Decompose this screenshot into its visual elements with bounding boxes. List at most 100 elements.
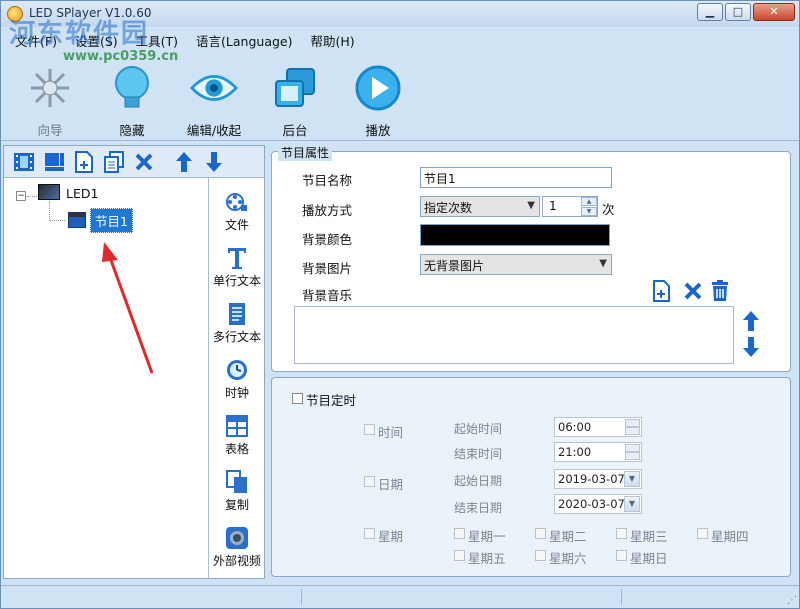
tuesday-label: 星期二 <box>549 529 587 544</box>
app-window: LED SPlayer V1.0.60 ▁ □ ✕ 文件(F) 设置(S) 工具… <box>0 0 800 609</box>
menu-help[interactable]: 帮助(H) <box>311 31 355 53</box>
remove-music-icon[interactable] <box>682 280 704 302</box>
wizard-button[interactable]: 向导 <box>15 63 85 139</box>
media-single-line-text[interactable]: 单行文本 <box>209 246 265 289</box>
add-music-icon[interactable] <box>650 280 672 302</box>
monday-label: 星期一 <box>468 529 506 544</box>
dropdown-arrow-icon: ▼ <box>527 200 535 211</box>
bg-music-label: 背景音乐 <box>302 288 353 303</box>
program-name-label: 节目名称 <box>302 173 353 188</box>
led-screen-icon <box>38 184 60 200</box>
tree-toolbar <box>4 146 264 178</box>
saturday-label: 星期六 <box>549 551 587 566</box>
start-date-label: 起始日期 <box>454 474 503 488</box>
clapperboard-icon <box>68 212 86 228</box>
tree-connector <box>49 201 50 221</box>
dropdown-arrow-icon: ▼ <box>599 258 607 269</box>
trash-icon[interactable] <box>709 280 731 302</box>
media-table[interactable]: 表格 <box>209 414 265 457</box>
play-button[interactable]: 播放 <box>343 63 413 139</box>
background-label: 后台 <box>282 123 308 138</box>
play-count-value: 1 <box>549 199 557 213</box>
tree-expander[interactable]: − <box>16 191 26 201</box>
music-up-icon[interactable] <box>740 310 762 332</box>
status-divider <box>621 589 622 605</box>
background-button[interactable]: 后台 <box>260 63 330 139</box>
media-external-video-label: 外部视频 <box>212 554 261 568</box>
calendar-dropdown-icon[interactable]: ▼ <box>624 471 640 487</box>
thursday-checkbox[interactable] <box>697 528 708 539</box>
bg-color-picker[interactable] <box>420 224 610 246</box>
maximize-button[interactable]: □ <box>725 3 751 21</box>
close-button[interactable]: ✕ <box>753 3 795 21</box>
calendar-dropdown-icon[interactable]: ▼ <box>624 496 640 512</box>
text-t-icon <box>225 246 249 270</box>
media-single-line-text-label: 单行文本 <box>212 274 261 288</box>
spin-down-icon[interactable] <box>625 427 640 435</box>
spin-up-icon[interactable] <box>625 419 640 427</box>
move-up-icon[interactable] <box>172 150 196 174</box>
play-label: 播放 <box>365 123 391 138</box>
annotation-arrow <box>102 242 154 374</box>
play-mode-label: 播放方式 <box>302 203 353 218</box>
program-panel: − LED1 节目1 文件 单行文本 多行文本 时钟 表格 复制 外部视频 <box>3 145 265 579</box>
play-icon <box>353 63 403 113</box>
edit-collapse-button[interactable]: 编辑/收起 <box>179 63 249 139</box>
tree-node-program1[interactable]: 节目1 <box>90 208 133 233</box>
program-properties-title: 节目属性 <box>278 144 333 161</box>
monday-checkbox[interactable] <box>454 528 465 539</box>
saturday-checkbox[interactable] <box>535 550 546 561</box>
media-multi-line-text[interactable]: 多行文本 <box>209 302 265 345</box>
screen-layout-icon[interactable] <box>42 150 66 174</box>
menu-language[interactable]: 语言(Language) <box>196 31 292 53</box>
new-page-icon[interactable] <box>72 150 96 174</box>
spin-up-icon[interactable]: ▲ <box>581 197 597 206</box>
start-date-picker[interactable]: 2019-03-07 ▼ <box>554 469 642 489</box>
sunday-checkbox[interactable] <box>616 550 627 561</box>
date-checkbox[interactable] <box>364 476 375 487</box>
move-down-icon[interactable] <box>202 150 226 174</box>
spin-up-icon[interactable] <box>625 444 640 452</box>
wednesday-checkbox[interactable] <box>616 528 627 539</box>
end-time-value: 21:00 <box>558 445 592 459</box>
start-time-input[interactable]: 06:00 <box>554 417 642 437</box>
media-file[interactable]: 文件 <box>209 190 265 233</box>
end-date-picker[interactable]: 2020-03-07 ▼ <box>554 494 642 514</box>
end-time-input[interactable]: 21:00 <box>554 442 642 462</box>
camera-icon <box>225 526 249 550</box>
table-icon <box>225 414 249 438</box>
week-checkbox[interactable] <box>364 528 375 539</box>
film-icon[interactable] <box>12 150 36 174</box>
bg-image-select[interactable]: 无背景图片 ▼ <box>420 254 612 275</box>
play-mode-value: 指定次数 <box>424 201 473 215</box>
play-count-stepper[interactable]: 1 ▲ ▼ <box>542 196 598 217</box>
media-copy[interactable]: 复制 <box>209 470 265 513</box>
eye-icon <box>189 63 239 113</box>
program-name-input[interactable]: 节目1 <box>420 167 612 188</box>
program-properties-group: 节目属性 节目名称 节目1 播放方式 指定次数 ▼ 1 ▲ ▼ 次 背景颜色 背… <box>271 144 791 372</box>
spin-down-icon[interactable]: ▼ <box>581 207 597 216</box>
music-down-icon[interactable] <box>740 336 762 358</box>
time-checkbox[interactable] <box>364 424 375 435</box>
program-tree: − LED1 节目1 <box>4 178 208 578</box>
friday-checkbox[interactable] <box>454 550 465 561</box>
schedule-enable-checkbox[interactable] <box>292 393 303 404</box>
tree-node-led1[interactable]: LED1 <box>66 186 98 201</box>
media-external-video[interactable]: 外部视频 <box>209 526 265 569</box>
bg-music-list[interactable] <box>294 306 734 364</box>
spin-down-icon[interactable] <box>625 452 640 460</box>
media-clock[interactable]: 时钟 <box>209 358 265 401</box>
resize-grip-icon[interactable]: ⋰ <box>787 595 797 606</box>
status-bar: ⋰ <box>1 585 799 608</box>
hide-button[interactable]: 隐藏 <box>97 63 167 139</box>
delete-icon[interactable] <box>132 150 156 174</box>
end-time-label: 结束时间 <box>454 447 503 461</box>
play-mode-select[interactable]: 指定次数 ▼ <box>420 196 540 217</box>
status-divider <box>301 589 302 605</box>
media-copy-label: 复制 <box>224 498 249 512</box>
minimize-button[interactable]: ▁ <box>697 3 723 21</box>
tuesday-checkbox[interactable] <box>535 528 546 539</box>
bg-color-label: 背景颜色 <box>302 232 353 247</box>
watermark-text: 河东软件园 <box>9 19 150 49</box>
copy-pages-icon[interactable] <box>102 150 126 174</box>
